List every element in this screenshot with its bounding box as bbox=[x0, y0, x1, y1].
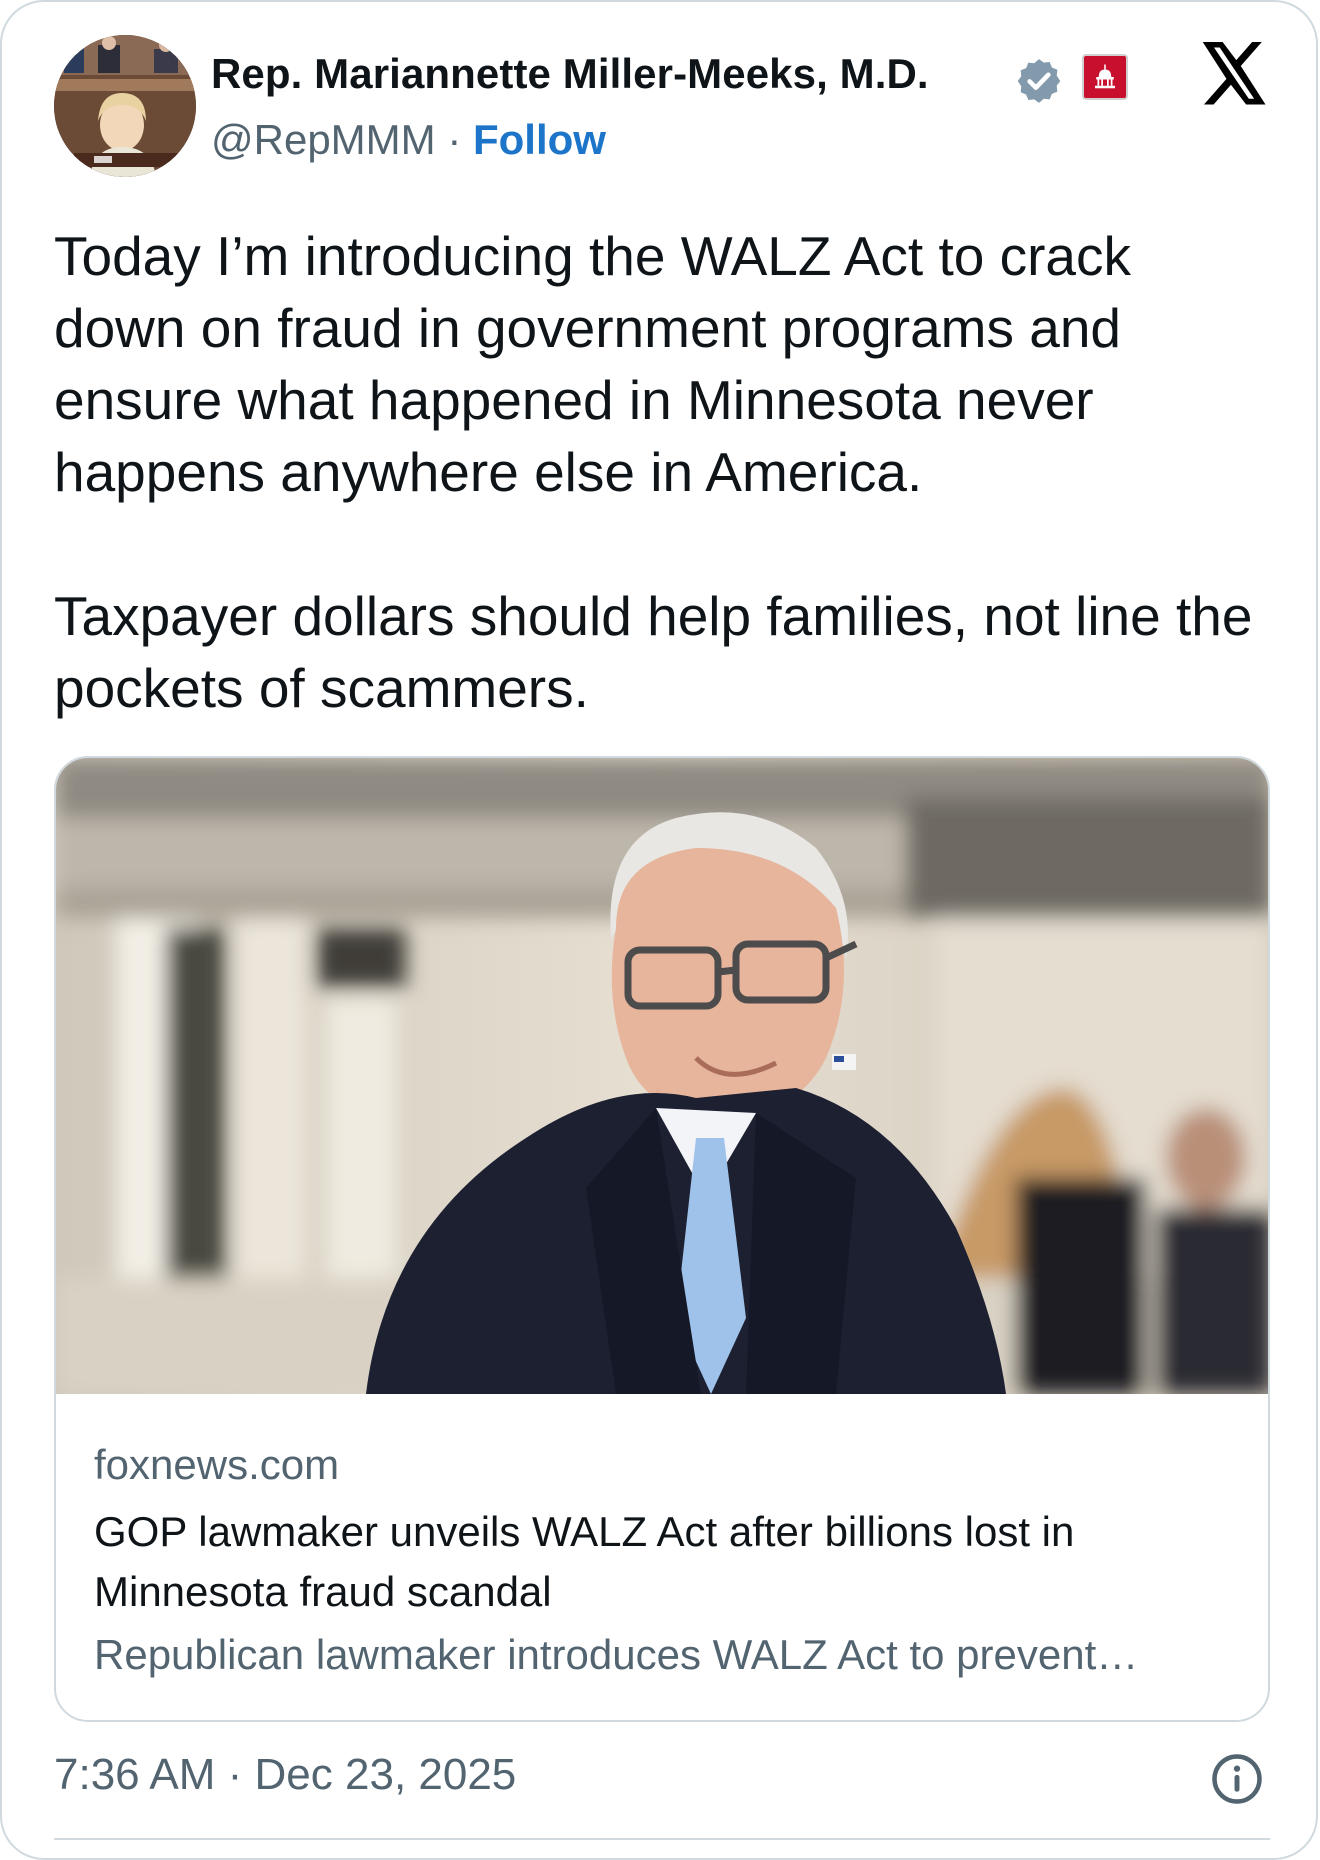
author-handle[interactable]: @RepMMM bbox=[211, 116, 436, 163]
author-display-name[interactable]: Rep. Mariannette Miller-Meeks, M.D. bbox=[211, 50, 929, 98]
follow-button[interactable]: Follow bbox=[473, 116, 606, 163]
tweet-text: Today I’m introducing the WALZ Act to cr… bbox=[54, 220, 1274, 724]
verified-badge-icon bbox=[1017, 59, 1061, 103]
link-preview-meta: foxnews.com GOP lawmaker unveils WALZ Ac… bbox=[94, 1438, 1234, 1684]
article-photo bbox=[56, 758, 1268, 1394]
x-logo-icon[interactable] bbox=[1198, 42, 1270, 106]
author-avatar[interactable] bbox=[54, 35, 196, 177]
tweet-card: Rep. Mariannette Miller-Meeks, M.D. @Rep… bbox=[0, 0, 1318, 1860]
link-description: Republican lawmaker introduces WALZ Act … bbox=[94, 1631, 1139, 1678]
handle-separator: · bbox=[435, 116, 473, 163]
capitol-dome-icon bbox=[1095, 64, 1115, 89]
author-handle-row: @RepMMM · Follow bbox=[211, 116, 606, 164]
tweet-paragraph: Taxpayer dollars should help families, n… bbox=[54, 585, 1253, 719]
link-preview-image[interactable] bbox=[56, 758, 1268, 1394]
link-domain: foxnews.com bbox=[94, 1441, 340, 1488]
avatar-image bbox=[54, 35, 196, 177]
tweet-paragraph: Today I’m introducing the WALZ Act to cr… bbox=[54, 225, 1132, 503]
tweet-timestamp[interactable]: 7:36 AM · Dec 23, 2025 bbox=[54, 1750, 516, 1800]
capitol-badge-icon[interactable] bbox=[1082, 54, 1128, 100]
link-title[interactable]: GOP lawmaker unveils WALZ Act after bill… bbox=[94, 1502, 1234, 1622]
info-icon[interactable] bbox=[1210, 1752, 1264, 1806]
link-preview-card[interactable]: foxnews.com GOP lawmaker unveils WALZ Ac… bbox=[54, 756, 1270, 1722]
